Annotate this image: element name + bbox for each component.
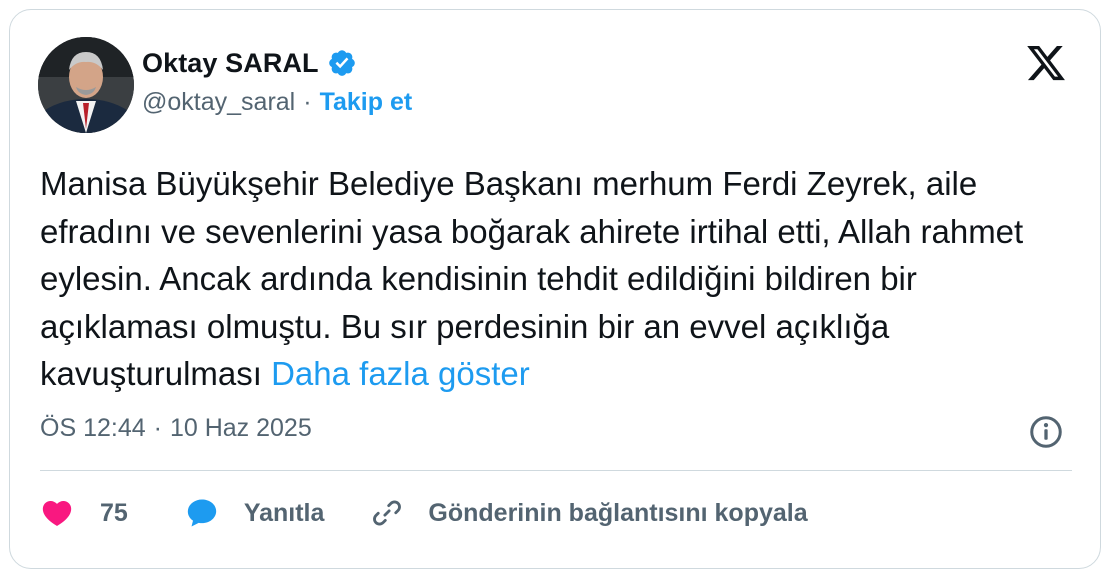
avatar[interactable] — [38, 37, 134, 133]
copy-link-label: Gönderinin bağlantısını kopyala — [428, 498, 808, 527]
tweet-date: 10 Haz 2025 — [169, 414, 312, 442]
reply-label: Yanıtla — [243, 498, 325, 527]
separator-dot: · — [153, 414, 162, 442]
follow-link[interactable]: Takip et — [320, 88, 413, 117]
author-name-row: Oktay SARAL — [142, 45, 357, 81]
x-logo-icon[interactable] — [1025, 42, 1067, 84]
speech-bubble-icon — [187, 499, 216, 527]
tweet-body: Manisa Büyükşehir Belediye Başkanı merhu… — [40, 165, 1024, 392]
author-display-name[interactable]: Oktay SARAL — [142, 48, 319, 79]
info-icon[interactable] — [1028, 414, 1064, 450]
author-handle[interactable]: @oktay_saral — [142, 88, 295, 117]
link-icon — [373, 500, 402, 526]
show-more-link[interactable]: Daha fazla göster — [271, 355, 530, 392]
tweet-text: Manisa Büyükşehir Belediye Başkanı merhu… — [40, 160, 1080, 398]
tweet-time: ÖS 12:44 — [40, 414, 146, 442]
embedded-tweet-card: Oktay SARAL @oktay_saral · Takip et Mani… — [9, 9, 1101, 569]
verified-badge-icon — [328, 50, 355, 76]
avatar-image — [38, 37, 134, 133]
divider — [40, 470, 1072, 471]
action-bar: 75 Yanıtla Gönderinin bağlantısını kopya… — [40, 493, 808, 533]
heart-icon — [42, 500, 72, 526]
like-count: 75 — [100, 498, 128, 527]
reply-button[interactable]: Yanıtla — [184, 496, 325, 530]
separator-dot: · — [303, 88, 312, 116]
author-handle-row: @oktay_saral · Takip et — [142, 88, 412, 117]
like-button[interactable]: 75 — [40, 496, 128, 530]
tweet-timestamp-row[interactable]: ÖS 12:44 · 10 Haz 2025 — [40, 414, 312, 443]
copy-link-button[interactable]: Gönderinin bağlantısını kopyala — [370, 496, 808, 530]
